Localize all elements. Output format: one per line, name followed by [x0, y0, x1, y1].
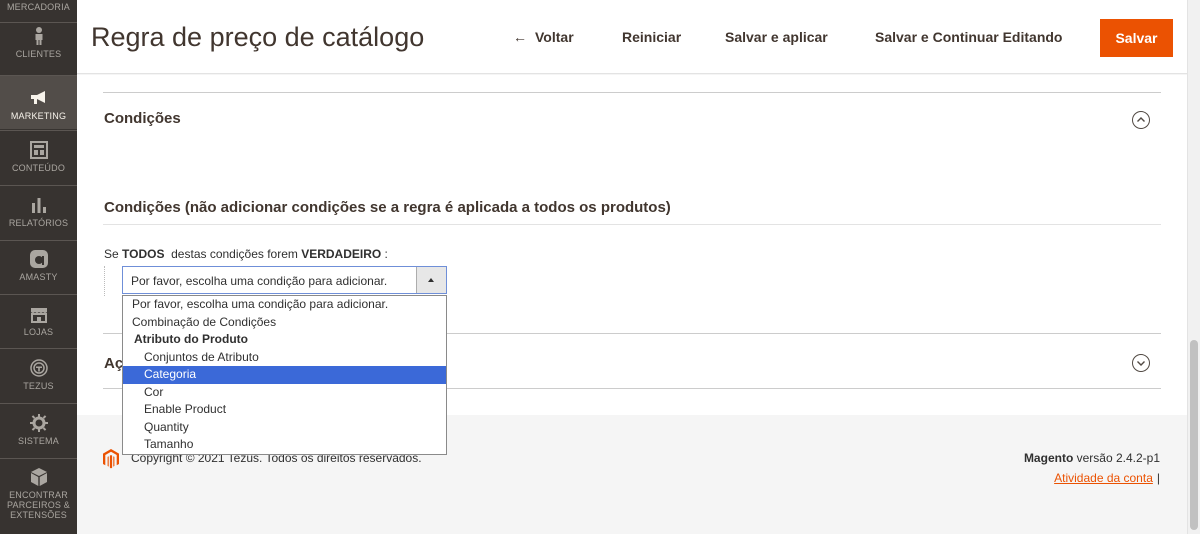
admin-sidebar: MERCADORIA CLIENTES MARKETING CONTEÚDO R…: [0, 0, 77, 534]
nav-divider: [0, 458, 77, 459]
nav-item-label: AMASTY: [19, 272, 58, 282]
nav-item-lojas[interactable]: LOJAS: [0, 304, 77, 337]
nav-divider: [0, 185, 77, 186]
magento-logo-icon: [103, 449, 119, 469]
nav-item-amasty[interactable]: AMASTY: [0, 249, 77, 282]
bar-chart-icon: [31, 198, 46, 213]
dropdown-option[interactable]: Categoria: [123, 366, 446, 384]
actions-section-title[interactable]: Aç: [104, 355, 123, 372]
version-text: versão 2.4.2-p1: [1073, 451, 1160, 465]
nav-item-label: SISTEMA: [18, 436, 59, 446]
scrollbar[interactable]: [1187, 0, 1200, 534]
nav-item-label: MERCADORIA: [6, 2, 70, 12]
rule-prefix: Se: [104, 247, 123, 261]
nav-divider: [0, 348, 77, 349]
megaphone-icon: [30, 91, 45, 104]
store-icon: [30, 308, 47, 323]
dropdown-option[interactable]: Enable Product: [123, 401, 446, 419]
triangle-up-icon: [428, 278, 434, 282]
nav-item-tezus[interactable]: TEZUS: [0, 358, 77, 391]
page-header: Regra de preço de catálogo ← Voltar Reini…: [77, 0, 1187, 74]
condition-dropdown-list[interactable]: Por favor, escolha uma condição para adi…: [122, 295, 447, 455]
chevron-up-icon[interactable]: [1132, 111, 1150, 129]
magento-version: Magento versão 2.4.2-p1: [1024, 451, 1160, 465]
footer-links: Atividade da conta |: [1054, 471, 1160, 485]
save-continue-button[interactable]: Salvar e Continuar Editando: [875, 29, 1062, 45]
conditions-fieldset-title: Condições (não adicionar condições se a …: [104, 199, 671, 216]
scrollbar-thumb[interactable]: [1190, 340, 1198, 530]
nav-item-label: TEZUS: [23, 381, 54, 391]
nav-divider: [0, 240, 77, 241]
layout-icon: [29, 141, 48, 159]
dropdown-option[interactable]: Tamanho: [123, 436, 446, 454]
brand-name: Magento: [1023, 451, 1074, 465]
conditions-section-title[interactable]: Condições: [104, 110, 181, 127]
nav-divider: [0, 403, 77, 404]
nav-item-label: MARKETING: [10, 111, 67, 121]
nav-item-label: ENCONTRAR PARCEIROS & EXTENSÕES: [6, 490, 71, 520]
nav-item-mercadoria[interactable]: MERCADORIA: [0, 2, 77, 12]
nav-divider: [0, 130, 77, 131]
nav-item-label: RELATÓRIOS: [8, 218, 69, 228]
dropdown-option[interactable]: Quantity: [123, 419, 446, 437]
dropdown-option[interactable]: Combinação de Condições: [123, 314, 446, 332]
dropdown-option[interactable]: Cor: [123, 384, 446, 402]
arrow-left-icon: ←: [513, 29, 527, 45]
dropdown-option[interactable]: Conjuntos de Atributo: [123, 349, 446, 367]
select-arrow[interactable]: [416, 267, 446, 293]
nav-item-label: CLIENTES: [15, 49, 62, 59]
fieldset-divider: [103, 224, 1161, 225]
dropdown-option[interactable]: Por favor, escolha uma condição para adi…: [123, 296, 446, 314]
nav-divider: [0, 22, 77, 23]
nav-item-sistema[interactable]: SISTEMA: [0, 413, 77, 446]
link-separator: |: [1156, 471, 1160, 485]
tezus-icon: [29, 359, 48, 377]
nav-item-conteudo[interactable]: CONTEÚDO: [0, 140, 77, 173]
new-condition-select[interactable]: Por favor, escolha uma condição para adi…: [122, 266, 447, 294]
amasty-icon: [29, 250, 48, 268]
nav-item-encontrar-parceiros[interactable]: ENCONTRAR PARCEIROS & EXTENSÕES: [0, 467, 77, 520]
nav-item-marketing[interactable]: MARKETING: [0, 76, 77, 129]
nav-item-relatorios[interactable]: RELATÓRIOS: [0, 195, 77, 228]
condition-tree-line: [104, 266, 105, 296]
box-icon: [30, 468, 47, 486]
rule-middle: destas condições forem: [164, 247, 302, 261]
back-button-label: Voltar: [535, 29, 574, 45]
dropdown-group-label: Atributo do Produto: [134, 332, 248, 346]
save-apply-button[interactable]: Salvar e aplicar: [725, 29, 828, 45]
account-activity-link[interactable]: Atividade da conta: [1054, 471, 1153, 485]
select-value: Por favor, escolha uma condição para adi…: [131, 274, 388, 288]
save-button[interactable]: Salvar: [1100, 19, 1173, 57]
person-icon: [35, 27, 42, 45]
condition-rule-text: Se TODOS destas condições forem VERDADEI…: [104, 247, 388, 261]
nav-item-label: CONTEÚDO: [11, 163, 66, 173]
section-divider: [103, 92, 1161, 93]
back-button[interactable]: ← Voltar: [513, 29, 574, 45]
rule-suffix: :: [381, 247, 388, 261]
aggregator-value[interactable]: TODOS: [122, 247, 164, 261]
page-title: Regra de preço de catálogo: [91, 22, 425, 52]
nav-divider: [0, 294, 77, 295]
reset-button[interactable]: Reiniciar: [622, 29, 681, 45]
value-value[interactable]: VERDADEIRO: [301, 247, 381, 261]
chevron-down-icon[interactable]: [1132, 354, 1150, 372]
nav-item-label: LOJAS: [23, 327, 54, 337]
nav-item-clientes[interactable]: CLIENTES: [0, 26, 77, 70]
gear-icon: [29, 414, 48, 432]
